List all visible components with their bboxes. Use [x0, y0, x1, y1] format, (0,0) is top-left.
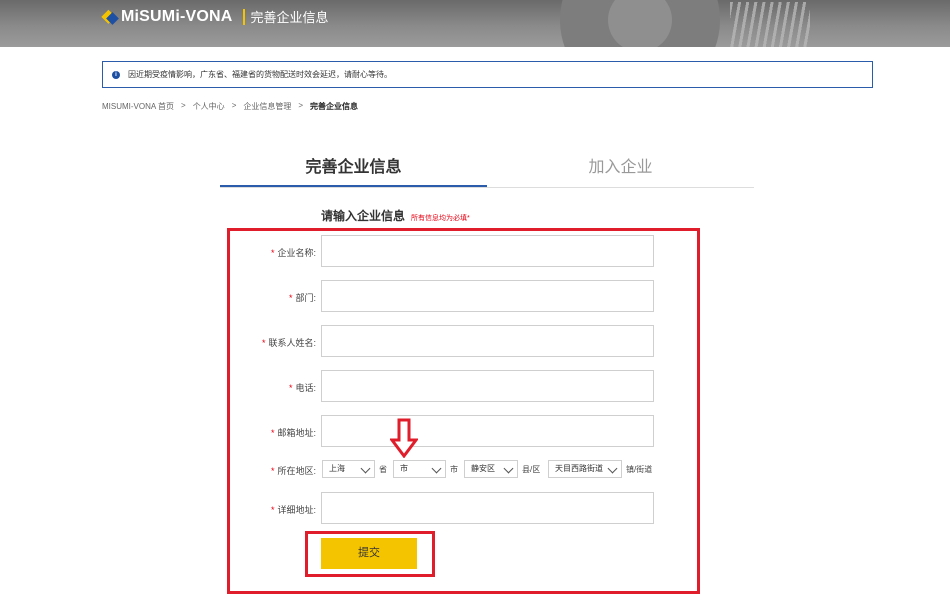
company-name-input[interactable]: [321, 235, 654, 267]
logo-mark-icon: [101, 9, 119, 25]
down-arrow-icon: [390, 418, 418, 458]
province-value: 上海: [329, 464, 345, 473]
chevron-down-icon: [431, 463, 442, 474]
email-label: * 邮箱地址:: [271, 426, 316, 439]
tab-bar: 完善企业信息 加入企业: [220, 140, 754, 188]
contact-name-input[interactable]: [321, 325, 654, 357]
chevron-down-icon: [503, 463, 514, 474]
address-input[interactable]: [321, 492, 654, 524]
tab-complete-company-info[interactable]: 完善企业信息: [220, 140, 487, 187]
required-star: *: [288, 293, 293, 303]
breadcrumb-separator: >: [231, 101, 237, 110]
district-select[interactable]: 静安区: [464, 460, 518, 478]
form-title: 请输入企业信息: [321, 209, 406, 223]
department-input[interactable]: [321, 280, 654, 312]
company-name-label: * 企业名称:: [271, 246, 316, 259]
street-unit: 镇/街道: [626, 465, 653, 474]
phone-label: * 电话:: [289, 381, 316, 394]
label-text: 电话:: [295, 383, 316, 393]
district-value: 静安区: [471, 464, 495, 473]
required-star: *: [270, 466, 275, 476]
required-star: *: [270, 248, 275, 258]
site-header: MiSUMi-VONA 完善企业信息: [0, 0, 950, 47]
required-star: *: [270, 428, 275, 438]
contact-name-label: * 联系人姓名:: [262, 336, 316, 349]
label-text: 所在地区:: [277, 466, 316, 476]
notice-text: 因近期受疫情影响，广东省、福建省的货物配送时效会延迟，请耐心等待。: [128, 70, 392, 79]
breadcrumb-home[interactable]: MISUMI-VONA 首页: [102, 101, 174, 112]
chevron-down-icon: [360, 463, 371, 474]
gear-hole-decoration: [608, 0, 672, 47]
breadcrumb-current: 完善企业信息: [310, 102, 359, 111]
label-text: 邮箱地址:: [277, 428, 316, 438]
spring-decoration: [730, 2, 810, 47]
city-unit: 市: [450, 465, 458, 474]
tab-join-company[interactable]: 加入企业: [487, 140, 754, 187]
street-value: 天目西路街道: [555, 464, 603, 473]
required-star: *: [261, 338, 266, 348]
email-input[interactable]: [321, 415, 654, 447]
required-star: *: [270, 505, 275, 515]
phone-input[interactable]: [321, 370, 654, 402]
notice-banner: i 因近期受疫情影响，广东省、福建省的货物配送时效会延迟，请耐心等待。: [102, 61, 873, 88]
breadcrumb: MISUMI-VONA 首页 > 个人中心 > 企业信息管理 > 完善企业信息: [102, 101, 365, 112]
breadcrumb-company-info[interactable]: 企业信息管理: [243, 101, 291, 112]
label-text: 详细地址:: [277, 505, 316, 515]
breadcrumb-separator: >: [181, 101, 186, 110]
breadcrumb-personal-center[interactable]: 个人中心: [193, 101, 225, 112]
submit-button[interactable]: 提交: [321, 538, 417, 569]
city-value: 市: [400, 464, 408, 473]
province-select[interactable]: 上海: [322, 460, 375, 478]
department-label: * 部门:: [289, 291, 316, 304]
city-select[interactable]: 市: [393, 460, 446, 478]
required-note: 所有信息均为必填*: [411, 215, 470, 222]
label-text: 部门:: [295, 293, 316, 303]
site-logo[interactable]: MiSUMi-VONA 完善企业信息: [101, 7, 329, 26]
form-heading: 请输入企业信息 所有信息均为必填*: [321, 207, 470, 224]
province-unit: 省: [379, 465, 387, 474]
required-star: *: [288, 383, 293, 393]
info-icon: i: [112, 70, 120, 79]
street-select[interactable]: 天目西路街道: [548, 460, 622, 478]
label-text: 联系人姓名:: [268, 338, 316, 348]
logo-text: MiSUMi-VONA: [121, 7, 233, 25]
breadcrumb-separator: >: [298, 101, 304, 110]
region-label: * 所在地区:: [271, 464, 316, 477]
label-text: 企业名称:: [277, 248, 316, 258]
header-subtitle: 完善企业信息: [250, 10, 329, 25]
chevron-down-icon: [607, 463, 618, 474]
address-label: * 详细地址:: [271, 503, 316, 516]
district-unit: 县/区: [522, 465, 541, 474]
logo-divider: [242, 8, 245, 25]
